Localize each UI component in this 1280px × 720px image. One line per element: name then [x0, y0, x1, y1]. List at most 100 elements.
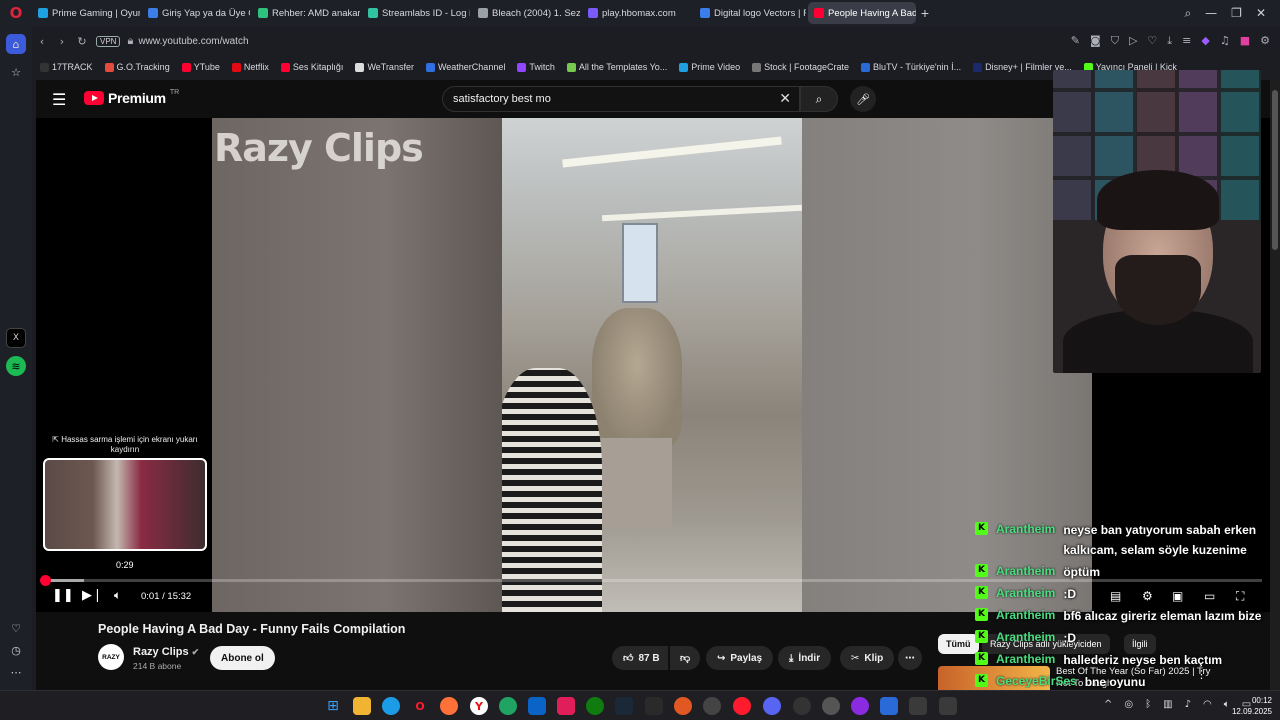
windows-start-icon[interactable]: ⊞	[324, 697, 342, 715]
origin-icon[interactable]	[674, 697, 692, 715]
xbox-icon[interactable]	[586, 697, 604, 715]
bookmark-item[interactable]: Prime Video	[679, 62, 740, 72]
minimize-button[interactable]: —	[1205, 6, 1217, 21]
voice-search-button[interactable]: 🎤︎	[850, 86, 876, 112]
extension-icon[interactable]: ■	[1240, 34, 1250, 48]
slack-icon[interactable]	[557, 697, 575, 715]
bookmark-item[interactable]: Twitch	[517, 62, 555, 72]
bookmark-item[interactable]: G.O.Tracking	[104, 62, 170, 72]
edit-icon[interactable]: ✎	[1071, 34, 1080, 48]
pinboard-icon[interactable]: ☆	[6, 62, 26, 82]
bookmark-item[interactable]: Stock | FootageCrate	[752, 62, 849, 72]
vpn-badge[interactable]: VPN	[96, 35, 121, 47]
settings-icon[interactable]: ⚙	[1260, 34, 1270, 48]
restore-button[interactable]: ❐	[1231, 6, 1242, 21]
heart-icon[interactable]: ♡	[1147, 34, 1157, 48]
more-options-icon[interactable]: ⋯	[6, 662, 26, 682]
volume-icon[interactable]: 🔈︎	[114, 588, 121, 603]
tray-expand-icon[interactable]: ^	[1104, 699, 1112, 710]
aria-icon[interactable]: ◆	[1201, 34, 1209, 48]
chat-username: Arantheim	[996, 652, 1056, 666]
browser-tab[interactable]: People Having A Bad D	[808, 2, 916, 24]
app-icon[interactable]	[822, 697, 840, 715]
next-video-icon[interactable]: ▶❘	[82, 588, 103, 603]
search-tabs-icon[interactable]: ⌕	[1184, 6, 1191, 21]
app-icon[interactable]	[909, 697, 927, 715]
browser-tab[interactable]: Prime Gaming | Oyunları k	[32, 2, 140, 24]
browser-tab[interactable]: Digital logo Vectors | Free	[694, 2, 806, 24]
like-button[interactable]: 👍︎ 87 B	[612, 646, 668, 670]
play-icon[interactable]: ▷	[1129, 34, 1137, 48]
subscribe-button[interactable]: Abone ol	[210, 646, 275, 670]
tab-favicon-icon	[814, 8, 824, 18]
history-clock-icon[interactable]: ◷	[6, 640, 26, 660]
more-actions-button[interactable]: ⋯	[898, 646, 922, 670]
new-tab-button[interactable]: +	[916, 5, 934, 21]
download-icon[interactable]: ⤓	[1167, 34, 1172, 48]
steam-icon[interactable]	[615, 697, 633, 715]
bookmark-item[interactable]: WeTransfer	[355, 62, 414, 72]
obs-icon[interactable]	[703, 697, 721, 715]
discord-icon[interactable]	[763, 697, 781, 715]
download-button[interactable]: ⤓ İndir	[778, 646, 832, 670]
browser-tab[interactable]: Bleach (2004) 1. Sezon Bö	[472, 2, 580, 24]
clear-search-icon[interactable]: ✕	[779, 91, 791, 107]
menu-icon[interactable]: ≡	[1182, 34, 1191, 48]
bookmark-item[interactable]: Ses Kitaplığı	[280, 62, 343, 72]
close-window-button[interactable]: ✕	[1256, 6, 1266, 21]
file-explorer-icon[interactable]	[353, 697, 371, 715]
channel-avatar[interactable]: RAZY	[98, 644, 124, 670]
chrome-icon[interactable]	[499, 697, 517, 715]
url-field[interactable]: www.youtube.com/watch	[138, 36, 248, 47]
search-input[interactable]: satisfactory best mo ✕	[442, 86, 800, 112]
outlook-icon[interactable]	[528, 697, 546, 715]
dislike-button[interactable]: 👎︎	[670, 646, 701, 670]
progress-scrubber[interactable]	[40, 575, 52, 586]
youtube-logo[interactable]: Premium TR	[84, 89, 179, 106]
back-icon[interactable]: ‹	[32, 35, 52, 48]
edge-browser-icon[interactable]	[382, 697, 400, 715]
app-icon[interactable]	[851, 697, 869, 715]
browser-tab[interactable]: Rehber: AMD anakartlarda	[252, 2, 360, 24]
browser-tab[interactable]: play.hbomax.com	[582, 2, 692, 24]
clip-button[interactable]: ✂ Klip	[840, 646, 895, 670]
wifi-icon[interactable]: ◠	[1203, 699, 1212, 710]
browser-tab[interactable]: Streamlabs ID - Log in	[362, 2, 470, 24]
bookmark-item[interactable]: Netflix	[231, 62, 269, 72]
app-tray-icon[interactable]: ▥	[1163, 699, 1172, 710]
epic-games-icon[interactable]	[645, 697, 663, 715]
bookmark-item[interactable]: YTube	[181, 62, 220, 72]
home-icon[interactable]: ⌂	[6, 34, 26, 54]
scroll-thumb[interactable]	[1272, 90, 1278, 250]
steam-tray-icon[interactable]: ◎	[1124, 699, 1133, 710]
pause-icon[interactable]: ❚❚	[52, 588, 74, 603]
channel-name[interactable]: Razy Clips ✔	[133, 646, 199, 658]
bluetooth-icon[interactable]: ᛒ	[1145, 699, 1151, 710]
forward-icon[interactable]: ›	[52, 35, 72, 48]
opera-logo-icon[interactable]: O	[0, 0, 32, 26]
bookmark-item[interactable]: BluTV - Türkiye'nin İ...	[861, 62, 961, 72]
microphone-tray-icon[interactable]: ♪	[1185, 699, 1191, 710]
bookmark-item[interactable]: 17TRACK	[40, 62, 93, 72]
x-twitter-icon[interactable]: X	[6, 328, 26, 348]
bookmark-item[interactable]: WeatherChannel	[425, 62, 505, 72]
app-icon[interactable]	[793, 697, 811, 715]
opera-gx-icon[interactable]	[733, 697, 751, 715]
spotify-icon[interactable]: ≋	[6, 356, 26, 376]
reload-icon[interactable]: ↻	[72, 35, 92, 48]
opera-taskbar-icon[interactable]: O	[411, 697, 429, 715]
camera-icon[interactable]: ◙	[1090, 34, 1101, 48]
app-icon[interactable]	[939, 697, 957, 715]
firefox-icon[interactable]	[440, 697, 458, 715]
yandex-icon[interactable]: Y	[470, 697, 488, 715]
share-button[interactable]: ↪ Paylaş	[706, 646, 774, 670]
hamburger-menu-icon[interactable]: ☰	[52, 90, 66, 109]
music-player-icon[interactable]: ♫	[1220, 34, 1230, 48]
browser-tab[interactable]: Giriş Yap ya da Üye Ol | Ar	[142, 2, 250, 24]
app-icon[interactable]	[880, 697, 898, 715]
taskbar-clock[interactable]: 00:12 12.09.2025	[1226, 695, 1272, 717]
bookmark-item[interactable]: All the Templates Yo...	[566, 62, 667, 72]
search-button[interactable]: ⌕	[800, 86, 838, 112]
favorites-heart-icon[interactable]: ♡	[6, 618, 26, 638]
shield-icon[interactable]: ⛉	[1111, 34, 1119, 48]
